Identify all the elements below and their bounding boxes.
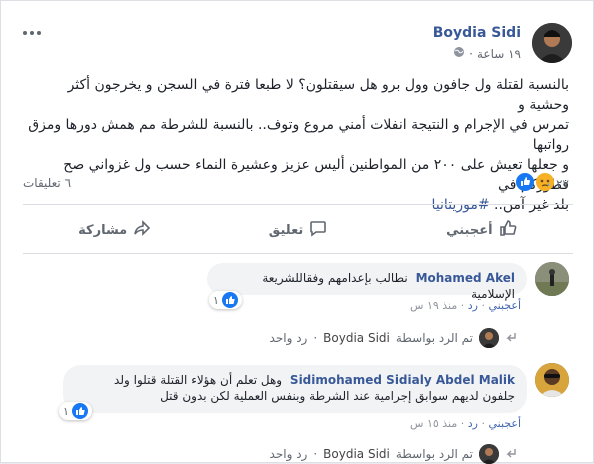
thumbs-up-icon [71,403,88,419]
divider-bottom [23,253,573,254]
comment-bubble: Mohamed Akel نطالب بإعدامهم وفقاللشريعة … [207,263,527,301]
person-photo-icon [532,23,572,63]
commenter-avatar[interactable] [535,262,569,296]
comment-meta: أعجبني · رد · منذ ١٥ س [410,417,521,430]
comment-reply-link[interactable]: رد [468,299,478,312]
reply-arrow-icon [505,331,517,346]
comment-icon [309,219,327,241]
share-icon [133,219,151,241]
globe-icon [453,46,465,61]
comment-like-badge[interactable]: ١ [209,291,242,309]
reply-arrow-icon [505,447,517,462]
comment-like-count: ١ [63,404,69,418]
comment-like-link[interactable]: أعجبني [488,417,521,430]
comment-text-line2: جلفون لديهم سوابق إجرامية عند الشرطة وبن… [160,389,515,403]
post-meta: · ١٩ ساعة [421,46,521,61]
comment-meta: أعجبني · رد · منذ ١٩ س [410,299,521,312]
more-options-icon[interactable] [23,27,47,39]
commenter-name[interactable]: Sidimohamed Sidialy Abdel Malik [290,373,515,387]
comment-time[interactable]: منذ ١٩ س [410,299,457,312]
person-photo-icon [535,262,569,296]
reactions-row: ٢٧ ٦ تعليقات [23,173,573,195]
reaction-summary[interactable]: ٢٧ [516,173,573,194]
author-name[interactable]: Boydia Sidi [421,25,521,41]
author-avatar[interactable] [532,23,572,63]
comment-reply-link[interactable]: رد [468,417,478,430]
share-button[interactable]: مشاركة [23,211,206,249]
divider-top [23,204,573,205]
comment-button[interactable]: تعليق [206,211,389,249]
comment-like-link[interactable]: أعجبني [488,299,521,312]
post-actions: أعجبني تعليق مشاركة [23,211,573,249]
comment-time[interactable]: منذ ١٥ س [410,417,457,430]
sad-reaction-icon [536,173,555,194]
replier-avatar [479,328,499,348]
comment-text: وهل تعلم أن هؤلاء القتلة قتلوا ولد [114,373,283,387]
post-card: Boydia Sidi · ١٩ ساعة بالنسبة لقتلة ول ج… [0,0,594,464]
reactions-count: ٢٧ [556,176,569,191]
thumbs-up-icon [221,292,238,308]
commenter-name[interactable]: Mohamed Akel [416,271,515,285]
like-reaction-icon [516,173,535,194]
commenter-avatar[interactable] [535,363,569,397]
comment-like-badge[interactable]: ١ [59,402,92,420]
person-photo-icon [535,363,569,397]
view-replies-row[interactable]: تم الرد بواسطة Boydia Sidi · رد واحد [211,444,517,464]
post-time[interactable]: ١٩ ساعة [477,47,521,61]
like-button[interactable]: أعجبني [390,211,573,249]
comment-bubble: Sidimohamed Sidialy Abdel Malik وهل تعلم… [63,365,527,413]
thumbs-up-icon [499,219,517,241]
view-replies-row[interactable]: تم الرد بواسطة Boydia Sidi · رد واحد [211,328,517,348]
replier-avatar [479,444,499,464]
comment-like-count: ١ [213,293,219,307]
comments-count[interactable]: ٦ تعليقات [23,176,71,190]
